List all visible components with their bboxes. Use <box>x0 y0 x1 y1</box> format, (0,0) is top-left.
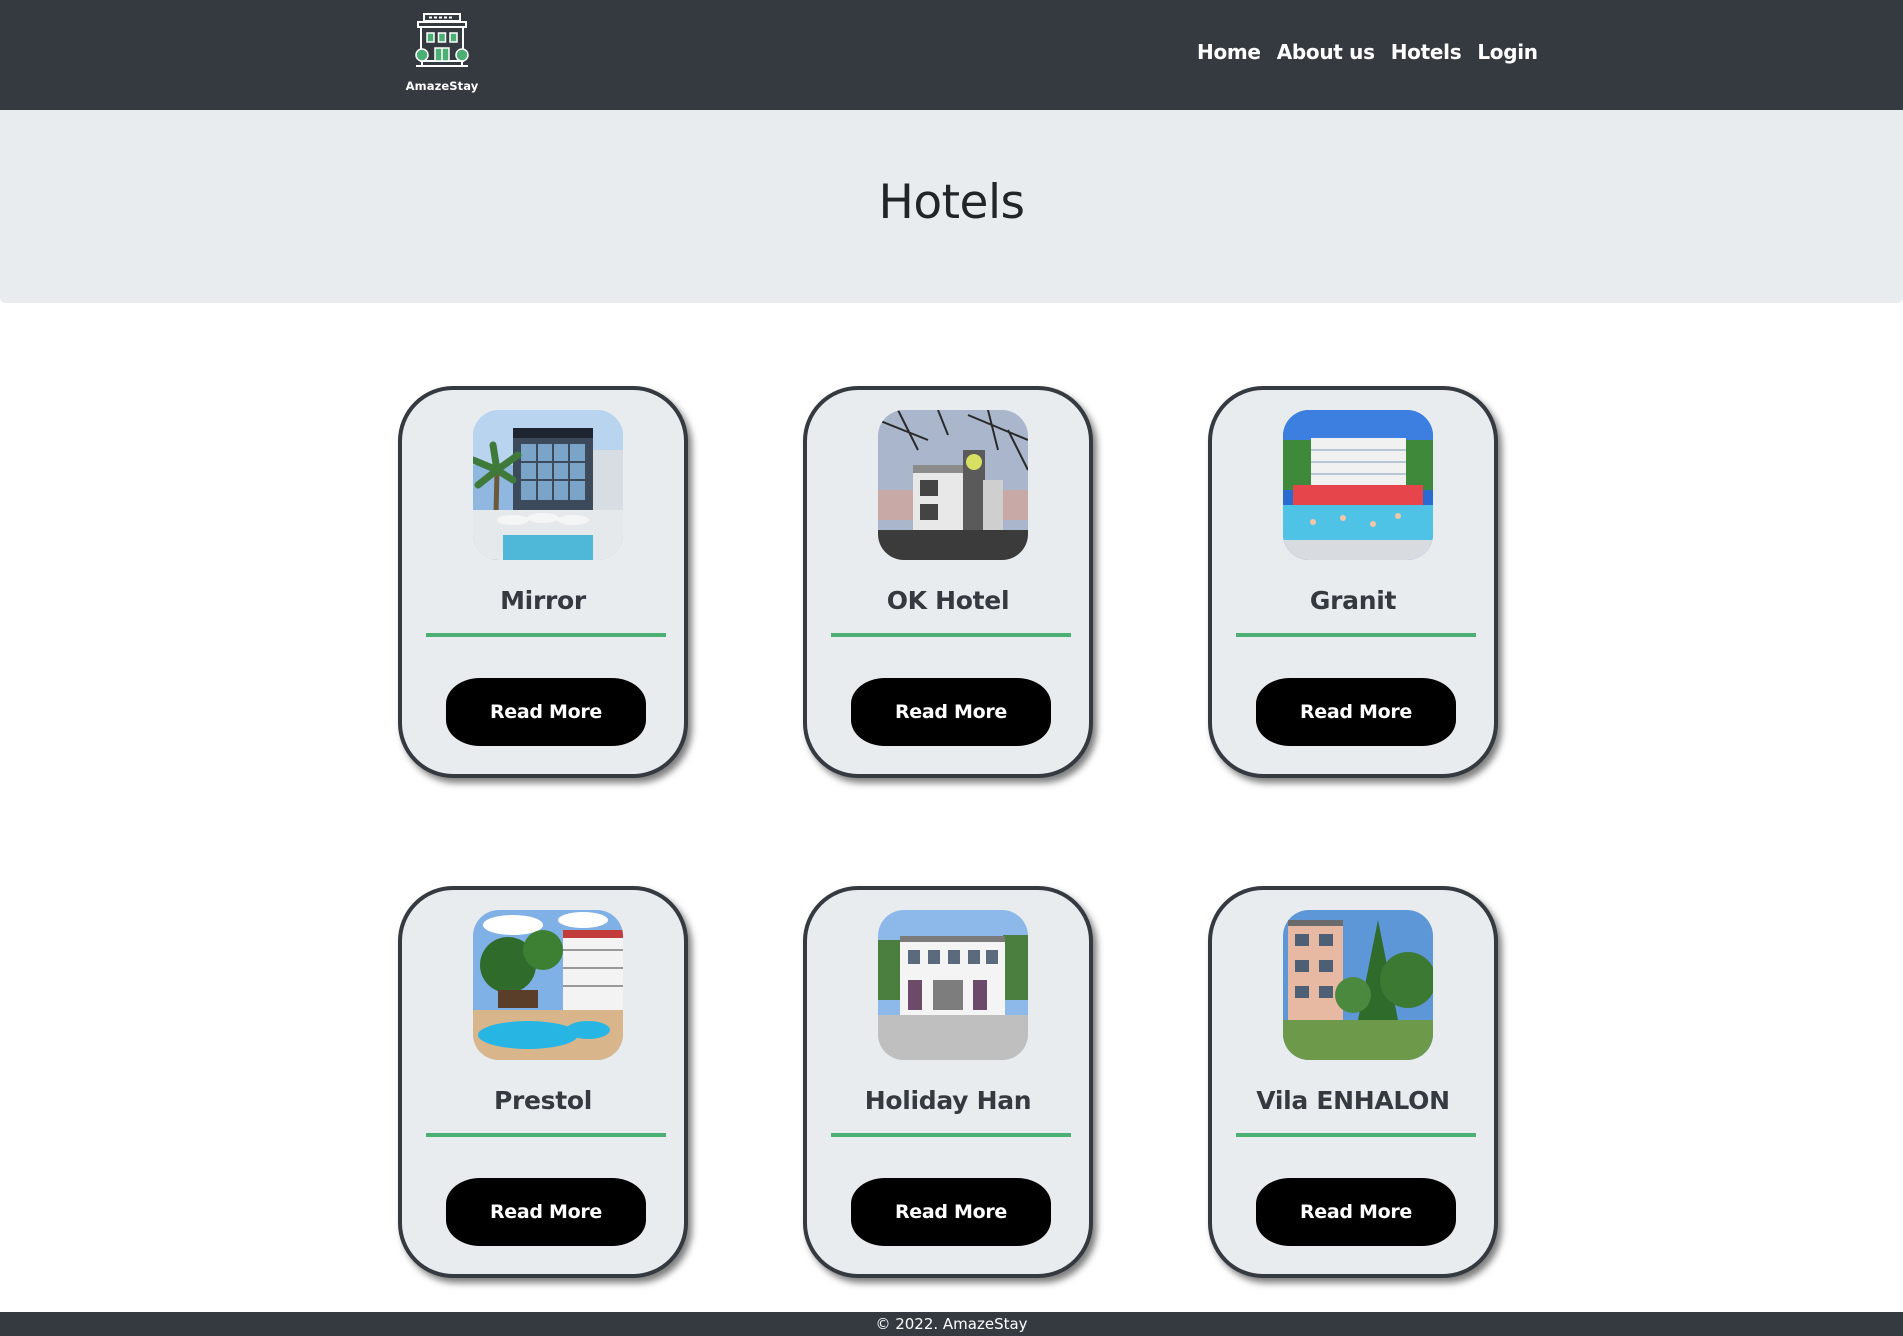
read-more-button[interactable]: Read More <box>446 1178 646 1246</box>
hotel-building-icon <box>415 13 469 67</box>
hotel-photo <box>1283 410 1433 560</box>
read-more-button[interactable]: Read More <box>446 678 646 746</box>
hotel-photo <box>878 410 1028 560</box>
hotel-card: Mirror Read More <box>398 386 688 778</box>
divider <box>1236 633 1476 637</box>
hotel-photo <box>473 910 623 1060</box>
hotel-photo <box>878 910 1028 1060</box>
hotel-photo <box>473 410 623 560</box>
footer: © 2022. AmazeStay <box>0 1312 1903 1336</box>
hotel-name: Holiday Han <box>864 1086 1032 1115</box>
main-nav: Home About us Hotels Login <box>1197 40 1538 64</box>
hotel-name: Mirror <box>500 586 586 615</box>
divider <box>426 1133 666 1137</box>
divider <box>831 633 1071 637</box>
navbar: AmazeStay Home About us Hotels Login <box>0 0 1903 110</box>
hotel-card: Granit Read More <box>1208 386 1498 778</box>
nav-link-login[interactable]: Login <box>1477 40 1538 64</box>
hotel-card: Holiday Han Read More <box>803 886 1093 1278</box>
read-more-button[interactable]: Read More <box>1256 1178 1456 1246</box>
divider <box>831 1133 1071 1137</box>
nav-link-hotels[interactable]: Hotels <box>1391 40 1462 64</box>
footer-copyright: © 2022. AmazeStay <box>875 1315 1028 1333</box>
read-more-button[interactable]: Read More <box>851 678 1051 746</box>
page-header: Hotels <box>0 110 1903 303</box>
hotel-card: Prestol Read More <box>398 886 688 1278</box>
hotel-name: Granit <box>1309 586 1397 615</box>
nav-link-home[interactable]: Home <box>1197 40 1261 64</box>
brand-logo[interactable]: AmazeStay <box>400 12 484 96</box>
hotel-name: Vila ENHALON <box>1256 1086 1450 1115</box>
nav-link-about-us[interactable]: About us <box>1277 40 1375 64</box>
read-more-button[interactable]: Read More <box>1256 678 1456 746</box>
divider <box>426 633 666 637</box>
hotel-card: OK Hotel Read More <box>803 386 1093 778</box>
hotel-name: OK Hotel <box>886 586 1010 615</box>
hotel-name: Prestol <box>493 1086 593 1115</box>
hotel-card: Vila ENHALON Read More <box>1208 886 1498 1278</box>
read-more-button[interactable]: Read More <box>851 1178 1051 1246</box>
brand-name: AmazeStay <box>405 79 479 93</box>
divider <box>1236 1133 1476 1137</box>
hotel-photo <box>1283 910 1433 1060</box>
page-title: Hotels <box>878 175 1026 230</box>
